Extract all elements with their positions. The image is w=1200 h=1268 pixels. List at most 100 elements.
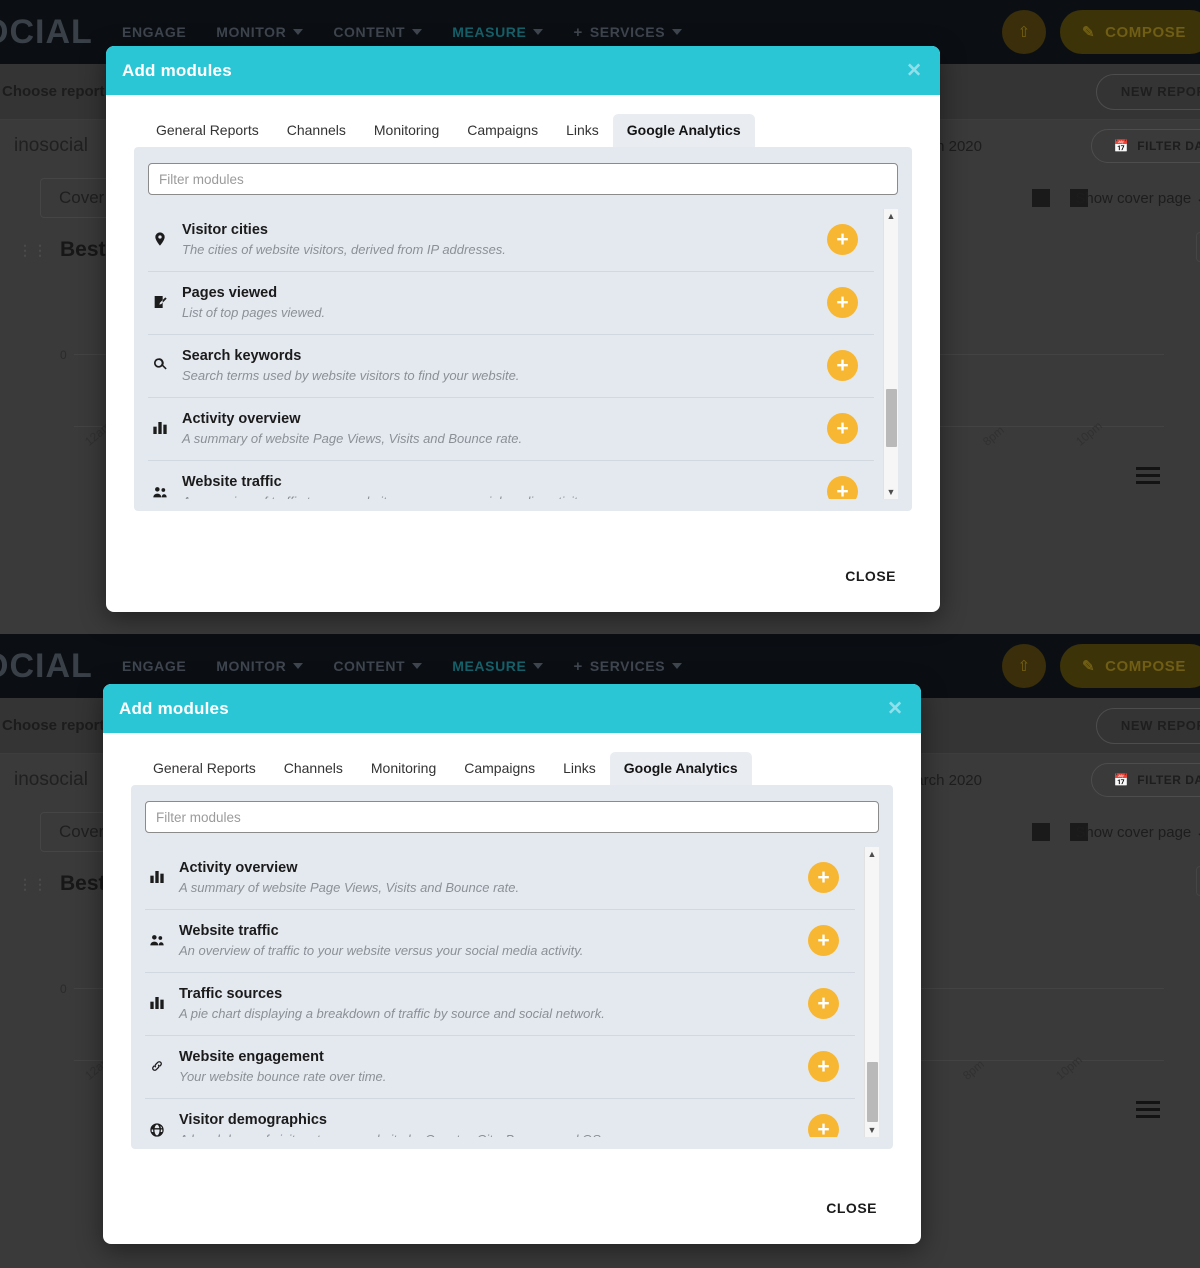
link-icon: [145, 1058, 179, 1074]
expand-icon[interactable]: [1032, 189, 1050, 207]
tab-general-reports[interactable]: General Reports: [142, 114, 273, 147]
list-item[interactable]: Search keywords Search terms used by web…: [148, 335, 874, 398]
filter-date-button[interactable]: 📅 FILTER DATE: [1090, 763, 1200, 797]
add-module-button[interactable]: +: [808, 987, 839, 1019]
dialog-title: Add modules: [119, 698, 229, 718]
add-modules-dialog-top: Add modules ✕ General Reports Channels M…: [106, 46, 940, 612]
list-item[interactable]: Activity overview A summary of website P…: [145, 847, 855, 910]
modules-panel: Visitor cities The cities of website vis…: [134, 147, 912, 511]
list-item[interactable]: Traffic sources A pie chart displaying a…: [145, 973, 855, 1036]
dialog-footer: CLOSE: [103, 1172, 921, 1244]
nav-item-measure[interactable]: MEASURE: [452, 24, 544, 40]
scroll-up-arrow[interactable]: ▲: [887, 209, 896, 223]
nav-item-services[interactable]: + SERVICES: [573, 23, 683, 41]
nav-item-engage[interactable]: ENGAGE: [122, 658, 186, 674]
dialog-header: Add modules ✕: [103, 684, 921, 733]
list-item[interactable]: Website engagement Your website bounce r…: [145, 1036, 855, 1099]
module-description: An overview of traffic to your website v…: [179, 942, 584, 958]
nav-item-measure[interactable]: MEASURE: [452, 658, 544, 674]
close-button[interactable]: CLOSE: [826, 1200, 877, 1216]
modules-list-scrollbar[interactable]: ▲ ▼: [864, 847, 879, 1137]
list-item[interactable]: Website traffic An overview of traffic t…: [148, 461, 874, 499]
dialog-title: Add modules: [122, 60, 232, 80]
modules-list: Activity overview A summary of website P…: [145, 847, 879, 1137]
list-item[interactable]: Visitor demographics A breakdown of visi…: [145, 1099, 855, 1137]
page-edit-icon: [148, 294, 182, 310]
chevron-down-icon: ⌄: [1195, 190, 1200, 207]
add-module-button[interactable]: +: [827, 223, 858, 255]
map-pin-icon: [148, 231, 182, 247]
nav-item-engage[interactable]: ENGAGE: [122, 24, 186, 40]
show-cover-page-dropdown[interactable]: Show cover page ⌄: [1075, 823, 1200, 841]
add-module-button[interactable]: +: [808, 1114, 839, 1137]
y-axis-tick-0: 0: [60, 982, 67, 996]
nav-item-services[interactable]: + SERVICES: [573, 658, 683, 675]
new-report-button[interactable]: NEW REPORT: [1095, 707, 1200, 744]
brand-logo[interactable]: OCIAL: [0, 647, 102, 686]
drag-grip-icon[interactable]: ⋮⋮: [18, 877, 48, 891]
upload-button[interactable]: ⇧: [1001, 10, 1046, 54]
scrollbar-thumb[interactable]: [886, 388, 897, 447]
list-item[interactable]: Website traffic An overview of traffic t…: [145, 910, 855, 973]
scroll-down-arrow[interactable]: ▼: [868, 1123, 877, 1137]
list-item-text: Visitor demographics A breakdown of visi…: [179, 1112, 808, 1137]
tab-channels[interactable]: Channels: [273, 114, 360, 147]
choose-report-label: Choose report: [2, 717, 105, 734]
scrollbar-thumb[interactable]: [867, 1061, 878, 1123]
widget-settings-button[interactable]: ⚙: [1196, 232, 1200, 262]
nav-item-content[interactable]: CONTENT: [333, 658, 423, 674]
tab-monitoring[interactable]: Monitoring: [357, 752, 450, 785]
hamburger-menu-icon[interactable]: [1136, 1101, 1160, 1122]
compose-button-label: COMPOSE: [1105, 23, 1186, 41]
hamburger-menu-icon[interactable]: [1136, 467, 1160, 488]
module-description: A summary of website Page Views, Visits …: [182, 430, 523, 446]
add-module-button[interactable]: +: [827, 476, 858, 499]
nav-item-monitor[interactable]: MONITOR: [216, 24, 304, 40]
nav-item-monitor[interactable]: MONITOR: [216, 658, 304, 674]
add-module-button[interactable]: +: [827, 286, 858, 318]
show-cover-page-dropdown[interactable]: Show cover page ⌄: [1075, 189, 1200, 207]
compose-button[interactable]: ✎ COMPOSE: [1059, 644, 1200, 688]
list-item[interactable]: Pages viewed List of top pages viewed. +: [148, 272, 874, 335]
add-module-button[interactable]: +: [808, 861, 839, 893]
close-button[interactable]: CLOSE: [845, 568, 896, 584]
tab-campaigns[interactable]: Campaigns: [450, 752, 549, 785]
tab-general-reports[interactable]: General Reports: [139, 752, 270, 785]
tab-links[interactable]: Links: [549, 752, 610, 785]
plus-icon: +: [573, 23, 583, 41]
module-name: Website engagement: [179, 1048, 324, 1065]
chevron-down-icon: [412, 663, 423, 669]
tab-monitoring[interactable]: Monitoring: [360, 114, 453, 147]
drag-grip-icon[interactable]: ⋮⋮: [18, 243, 48, 257]
add-module-button[interactable]: +: [827, 412, 858, 444]
list-item[interactable]: Activity overview A summary of website P…: [148, 398, 874, 461]
brand-logo[interactable]: OCIAL: [0, 13, 102, 52]
widget-settings-button[interactable]: ⚙: [1196, 866, 1200, 896]
expand-icon[interactable]: [1032, 823, 1050, 841]
close-icon[interactable]: ✕: [906, 61, 922, 80]
filter-date-button[interactable]: 📅 FILTER DATE: [1090, 129, 1200, 163]
upload-button[interactable]: ⇧: [1001, 644, 1046, 688]
nav-item-label: MEASURE: [452, 658, 527, 674]
add-module-button[interactable]: +: [827, 349, 858, 381]
filter-modules-input[interactable]: [148, 163, 898, 195]
scroll-down-arrow[interactable]: ▼: [887, 485, 896, 499]
nav-item-content[interactable]: CONTENT: [333, 24, 423, 40]
add-module-button[interactable]: +: [808, 924, 839, 956]
tab-channels[interactable]: Channels: [270, 752, 357, 785]
tab-google-analytics[interactable]: Google Analytics: [612, 114, 755, 147]
tab-campaigns[interactable]: Campaigns: [453, 114, 552, 147]
nav-item-label: SERVICES: [589, 658, 666, 674]
tab-links[interactable]: Links: [552, 114, 613, 147]
scroll-up-arrow[interactable]: ▲: [868, 847, 877, 861]
dialog-footer: CLOSE: [106, 540, 940, 612]
close-icon[interactable]: ✕: [887, 699, 903, 718]
filter-date-label: FILTER DATE: [1137, 773, 1200, 787]
modules-list-scrollbar[interactable]: ▲ ▼: [883, 209, 898, 499]
tab-google-analytics[interactable]: Google Analytics: [609, 752, 752, 785]
compose-button[interactable]: ✎ COMPOSE: [1059, 10, 1200, 54]
new-report-button[interactable]: NEW REPORT: [1095, 73, 1200, 110]
filter-modules-input[interactable]: [145, 801, 879, 833]
list-item[interactable]: Visitor cities The cities of website vis…: [148, 209, 874, 272]
add-module-button[interactable]: +: [808, 1050, 839, 1082]
